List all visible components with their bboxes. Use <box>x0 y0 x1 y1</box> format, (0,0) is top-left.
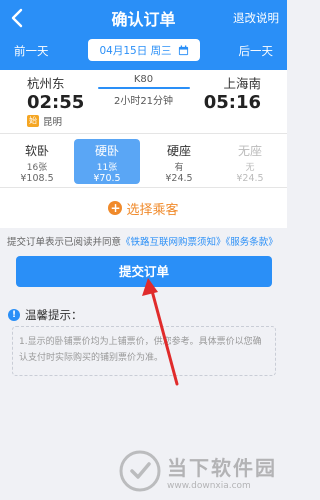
watermark: 当下软件园 www.downxia.com <box>119 450 277 492</box>
tips-box: 1.显示的卧铺票价均为上铺票价，供您参考。具体票价以您确认支付时实际购买的铺别票… <box>12 326 276 376</box>
calendar-icon <box>178 44 188 55</box>
select-passenger-label: 选择乘客 <box>126 202 179 218</box>
plus-icon: + <box>108 201 123 215</box>
tips-header: ! 温馨提示： <box>8 307 83 323</box>
seat-option-no-seat: 无座 无 ¥24.5 <box>217 139 283 184</box>
watermark-logo-icon <box>119 450 161 492</box>
agreement-prefix: 提交订单表示已阅读并同意 <box>7 237 122 248</box>
seat-count: 有 <box>174 163 184 173</box>
seat-price: ¥108.5 <box>20 173 54 184</box>
next-day-button[interactable]: 后一天 <box>239 43 274 59</box>
seat-price: ¥70.5 <box>93 173 121 184</box>
arrival-station: 上海南 <box>223 76 261 91</box>
submit-order-button[interactable]: 提交订单 <box>16 256 272 287</box>
seat-count: 无 <box>245 163 255 173</box>
seat-count: 16张 <box>26 163 48 173</box>
seat-type: 硬座 <box>166 144 191 158</box>
watermark-url: www.downxia.com <box>167 480 251 491</box>
seat-type: 软卧 <box>24 144 49 158</box>
seat-type: 无座 <box>237 144 262 158</box>
divider <box>0 133 287 134</box>
seat-option-hard-seat[interactable]: 硬座 有 ¥24.5 <box>146 139 212 184</box>
date-text: 04月15日 周三 <box>99 44 172 57</box>
agreement-text: 提交订单表示已阅读并同意《铁路互联网购票须知》《服务条款》 <box>7 234 278 248</box>
seat-count: 11张 <box>96 163 118 173</box>
divider <box>0 187 287 188</box>
select-passenger-button[interactable]: + 选择乘客 <box>0 197 287 219</box>
origin-badge: 始 <box>27 115 39 127</box>
tips-title: 温馨提示： <box>25 308 83 322</box>
origin-station: 昆明 <box>43 117 63 128</box>
watermark-name: 当下软件园 <box>167 455 277 480</box>
terms-of-service-link[interactable]: 《服务条款》 <box>226 237 278 248</box>
ticket-notice-link[interactable]: 《铁路互联网购票须知》 <box>121 237 226 248</box>
seat-price: ¥24.5 <box>236 173 264 184</box>
train-info-card: 杭州东 K80 上海南 02:55 2小时21分钟 05:16 始 昆明 软卧 … <box>0 70 287 228</box>
route-line <box>98 87 190 89</box>
header-bar: 确认订单 退改说明 前一天 04月15日 周三 后一天 <box>0 0 287 70</box>
refund-policy-link[interactable]: 退改说明 <box>233 10 279 26</box>
date-picker[interactable]: 04月15日 周三 <box>88 39 200 61</box>
prev-day-button[interactable]: 前一天 <box>14 43 49 59</box>
info-icon: ! <box>8 309 20 321</box>
seat-option-soft-sleeper[interactable]: 软卧 16张 ¥108.5 <box>4 139 70 184</box>
arrival-time: 05:16 <box>203 92 261 113</box>
seat-option-hard-sleeper[interactable]: 硬卧 11张 ¥70.5 <box>74 139 140 184</box>
seat-price: ¥24.5 <box>165 173 193 184</box>
seat-type: 硬卧 <box>94 144 119 158</box>
